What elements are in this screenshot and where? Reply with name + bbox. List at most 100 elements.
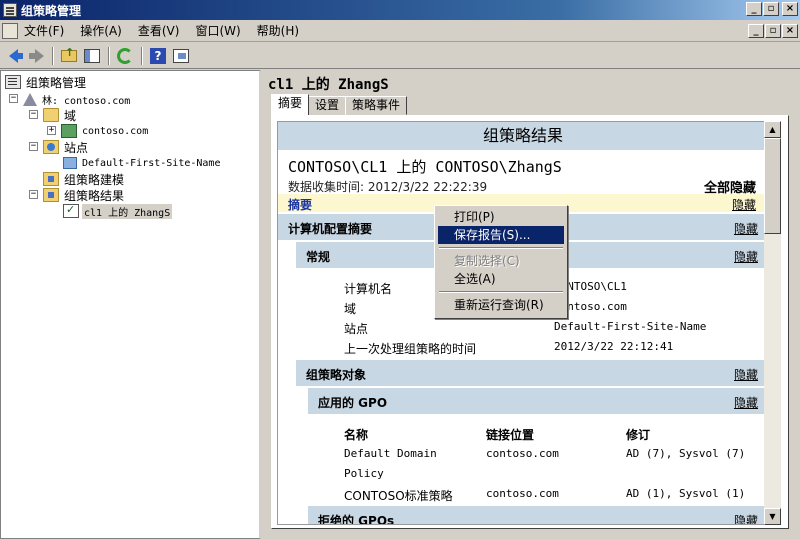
tree-item-modeling[interactable]: 组策略建模	[43, 171, 126, 187]
menu-separator	[439, 247, 563, 249]
menu-item-save-report[interactable]: 保存报告(S)...	[438, 226, 564, 244]
menu-action[interactable]: 操作(A)	[80, 22, 130, 39]
report-header: 组策略结果	[278, 122, 766, 150]
expand-icon[interactable]: +	[47, 126, 56, 135]
window-title: 组策略管理	[21, 3, 82, 18]
collapse-icon[interactable]: −	[9, 94, 18, 103]
collapse-icon[interactable]: −	[29, 110, 38, 119]
hide-link[interactable]: 隐藏	[734, 366, 758, 383]
results-icon	[43, 188, 59, 202]
menu-item-rerun-query[interactable]: 重新运行查询(R)	[438, 296, 564, 314]
refresh-button[interactable]	[114, 45, 136, 67]
menu-file[interactable]: 文件(F)	[24, 22, 72, 39]
hide-link[interactable]: 隐藏	[734, 248, 758, 265]
forward-button[interactable]	[25, 45, 47, 67]
menu-bar: 文件(F) 操作(A) 查看(V) 窗口(W) 帮助(H) _ ▫ ×	[0, 20, 800, 42]
general-value: 2012/3/22 22:12:41	[554, 340, 674, 353]
tab-body: 组策略结果 CONTOSO\CL1 上的 CONTOSO\ZhangS 数据收集…	[271, 115, 789, 529]
hide-link[interactable]: 隐藏	[734, 512, 758, 524]
report-scrollbar[interactable]: ▲ ▼	[764, 121, 781, 525]
restore-button[interactable]: ▫	[763, 2, 779, 16]
tree-item-results[interactable]: 组策略结果	[43, 187, 126, 203]
menu-view[interactable]: 查看(V)	[138, 22, 188, 39]
menu-help[interactable]: 帮助(H)	[257, 22, 307, 39]
child-minimize-button[interactable]: _	[748, 24, 764, 38]
general-key: 上一次处理组策略的时间	[344, 342, 477, 356]
tree-label: contoso.com	[82, 125, 149, 137]
scroll-down-button[interactable]: ▼	[764, 508, 781, 525]
tree-item-domains[interactable]: 域	[43, 107, 78, 123]
child-restore-button[interactable]: ▫	[765, 24, 781, 38]
tree-item-root[interactable]: 组策略管理	[5, 74, 88, 90]
tab-policy-events[interactable]: 策略事件	[345, 96, 408, 115]
gpo-link: contoso.com	[486, 447, 559, 460]
summary-label: 摘要	[288, 198, 313, 212]
report-title: CONTOSO\CL1 上的 CONTOSO\ZhangS	[288, 158, 562, 176]
tab-summary[interactable]: 摘要	[271, 94, 310, 115]
toolbar-separator	[52, 46, 54, 65]
collapse-icon[interactable]: −	[29, 190, 38, 199]
tree-item-sites[interactable]: 站点	[43, 139, 90, 155]
tree-label: 组策略管理	[26, 75, 87, 90]
tree-label: Default-First-Site-Name	[82, 157, 221, 169]
hide-link[interactable]: 隐藏	[734, 394, 758, 411]
help-button[interactable]: ?	[147, 45, 169, 67]
menu-window[interactable]: 窗口(W)	[195, 22, 248, 39]
gpm-app-icon	[3, 3, 17, 17]
site-icon	[63, 157, 77, 169]
gpo-name: Default Domain	[344, 447, 437, 460]
show-hide-tree-button[interactable]	[81, 45, 103, 67]
section-title: 拒绝的 GPOs	[318, 514, 395, 525]
tree-item-result[interactable]: cl1 上的 ZhangS	[63, 203, 173, 219]
mdi-child-icon[interactable]	[2, 22, 18, 39]
console-tree: 组策略管理 − 林: contoso.com − 域 + contoso.com…	[0, 70, 261, 539]
tree-item-forest[interactable]: 林: contoso.com	[23, 91, 132, 107]
general-key: 域	[344, 302, 357, 316]
section-title: 计算机配置摘要	[288, 222, 373, 236]
toolbar-separator	[141, 46, 143, 65]
gpo-revision: AD (7), Sysvol (7)	[626, 447, 746, 460]
child-close-button[interactable]: ×	[782, 24, 798, 38]
gpo-name: CONTOSO标准策略	[344, 489, 453, 503]
report-date: 数据收集时间: 2012/3/22 22:22:39	[288, 180, 488, 194]
tree-label: 林: contoso.com	[42, 95, 131, 107]
hide-link[interactable]: 隐藏	[732, 196, 756, 213]
gpo-revision: AD (1), Sysvol (1)	[626, 487, 746, 500]
menu-item-print[interactable]: 打印(P)	[438, 208, 564, 226]
section-title: 常规	[306, 250, 331, 264]
col-header-revision: 修订	[626, 428, 651, 442]
tree-item-site[interactable]: Default-First-Site-Name	[63, 155, 222, 171]
tree-label: cl1 上的 ZhangS	[82, 203, 173, 219]
col-header-link: 链接位置	[486, 428, 535, 442]
section-title: 应用的 GPO	[318, 396, 388, 410]
menu-separator	[439, 291, 563, 293]
scroll-up-button[interactable]: ▲	[764, 121, 781, 138]
back-arrow-icon	[8, 48, 23, 63]
tab-settings[interactable]: 设置	[308, 96, 347, 115]
section-title: 组策略对象	[306, 368, 367, 382]
minimize-button[interactable]: _	[746, 2, 762, 16]
tree-item-domain[interactable]: contoso.com	[61, 123, 150, 139]
collapse-icon[interactable]: −	[29, 142, 38, 151]
forward-arrow-icon	[28, 48, 44, 63]
toolbar: ?	[0, 43, 800, 69]
section-denied-gpo: 拒绝的 GPOs 隐藏	[308, 506, 766, 525]
console-button[interactable]	[170, 45, 192, 67]
section-applied-gpo: 应用的 GPO 隐藏	[308, 388, 766, 414]
general-value: Default-First-Site-Name	[554, 320, 707, 333]
forest-icon	[23, 92, 37, 106]
menu-item-select-all[interactable]: 全选(A)	[438, 270, 564, 288]
sites-icon	[43, 140, 59, 154]
scroll-thumb[interactable]	[764, 138, 781, 234]
domain-icon	[61, 124, 77, 138]
tree-label: 站点	[64, 140, 89, 155]
close-button[interactable]: ×	[782, 2, 798, 16]
console-icon	[173, 48, 189, 63]
window-titlebar: 组策略管理 _ ▫ ×	[0, 0, 800, 20]
folder-up-icon	[61, 46, 77, 62]
hide-link[interactable]: 隐藏	[734, 220, 758, 237]
back-button[interactable]	[2, 45, 24, 67]
up-level-button[interactable]	[58, 45, 80, 67]
tab-strip: 摘要 设置 策略事件	[271, 94, 408, 115]
domains-folder-icon	[43, 108, 59, 122]
